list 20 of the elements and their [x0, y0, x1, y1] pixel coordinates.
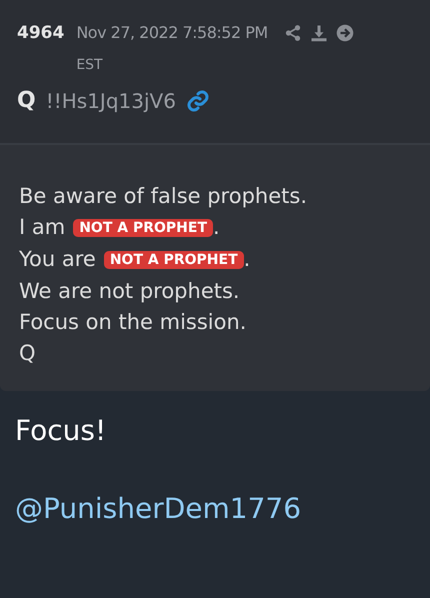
post-timezone: EST [76, 56, 104, 75]
post-text: . [244, 246, 250, 271]
post-text: You are [19, 246, 96, 271]
author-name: Q [17, 87, 36, 115]
post-number: 4964 [17, 22, 64, 44]
post-text: We are not prophets. [19, 278, 240, 302]
post-text: . [213, 215, 220, 239]
post-text: Focus on the mission. [19, 310, 246, 334]
share-icon[interactable] [284, 24, 302, 42]
download-icon[interactable] [310, 24, 328, 42]
link-icon[interactable] [186, 88, 210, 112]
user-handle: @PunisherDem1776 [15, 490, 302, 526]
post-text: Be aware of false prophets. [19, 184, 307, 208]
redacted-label: NOT A PROPHET [104, 250, 244, 268]
redacted-label: NOT A PROPHET [73, 218, 213, 237]
caption: Focus! [15, 412, 108, 448]
post-text: Q [19, 340, 36, 364]
post-date: Nov 27, 2022 7:58:52 PM [76, 22, 268, 44]
post-text: I am [19, 215, 66, 239]
tripcode: !!Hs1Jq13jV6 [46, 88, 176, 114]
